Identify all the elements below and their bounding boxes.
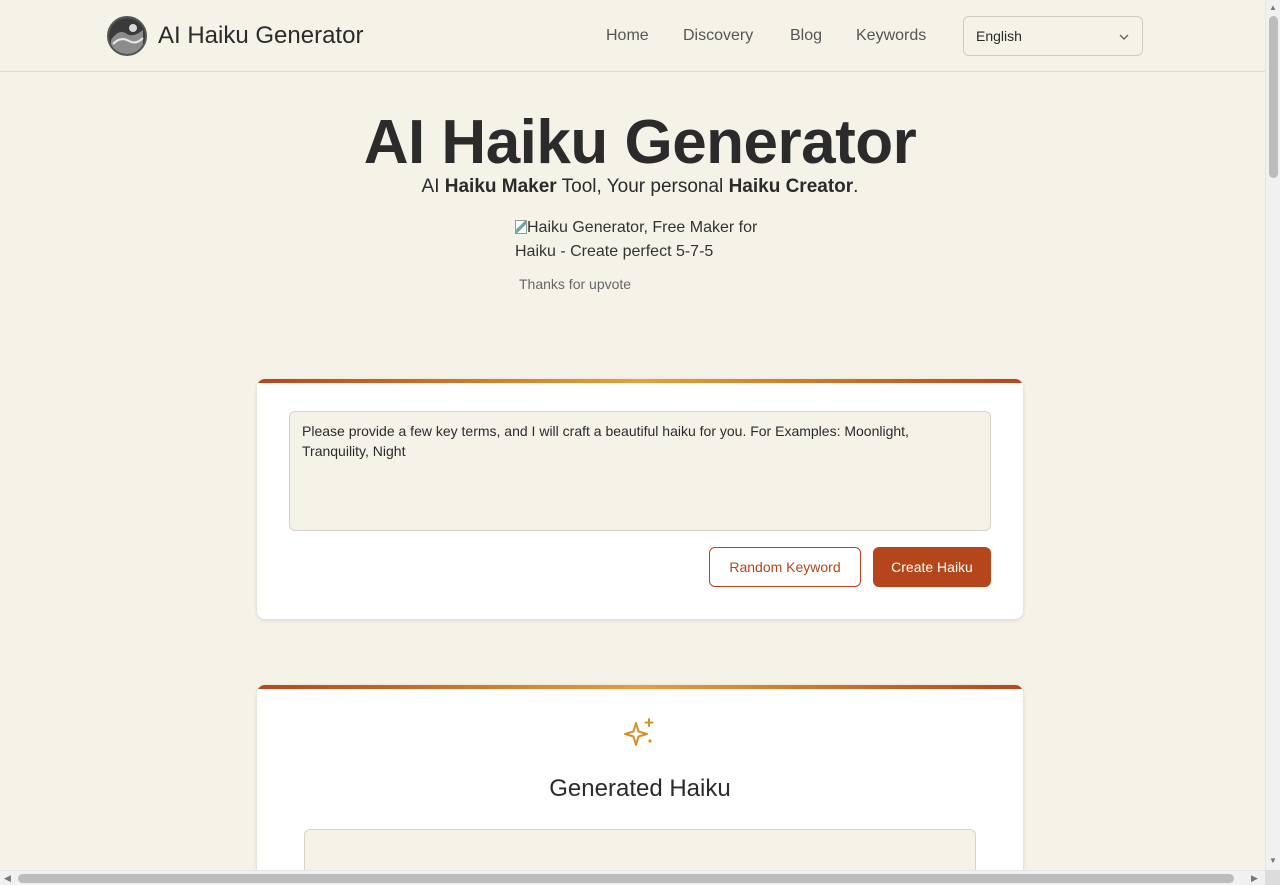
upvote-text: Thanks for upvote bbox=[519, 276, 632, 292]
nav-keywords[interactable]: Keywords bbox=[856, 25, 926, 47]
scroll-up-icon[interactable]: ▲ bbox=[1269, 3, 1277, 12]
language-value: English bbox=[976, 28, 1022, 44]
scroll-left-icon[interactable]: ◀ bbox=[4, 873, 11, 884]
generated-haiku-title: Generated Haiku bbox=[549, 775, 731, 802]
nav-discovery[interactable]: Discovery bbox=[683, 25, 753, 47]
badge-alt-text: Haiku Generator, Free Maker for Haiku - … bbox=[515, 219, 758, 260]
horizontal-scroll-thumb[interactable] bbox=[18, 874, 1234, 883]
nav-home[interactable]: Home bbox=[606, 25, 649, 47]
page-subtitle: AI Haiku Maker Tool, Your personal Haiku… bbox=[421, 176, 859, 197]
scroll-right-icon[interactable]: ▶ bbox=[1251, 873, 1258, 884]
logo-icon[interactable] bbox=[107, 16, 147, 56]
keyword-input[interactable]: Please provide a few key terms, and I wi… bbox=[289, 411, 991, 531]
random-keyword-button[interactable]: Random Keyword bbox=[709, 547, 861, 587]
result-card: Generated Haiku bbox=[257, 685, 1023, 885]
language-select[interactable]: English bbox=[963, 16, 1143, 56]
scrollbar-corner bbox=[1265, 870, 1280, 885]
vertical-scroll-thumb[interactable] bbox=[1269, 16, 1278, 178]
scroll-down-icon[interactable]: ▼ bbox=[1269, 856, 1277, 865]
card-accent-bar bbox=[257, 685, 1023, 689]
sparkle-icon bbox=[624, 717, 656, 754]
page-title: AI Haiku Generator bbox=[363, 108, 917, 177]
card-accent-bar bbox=[257, 379, 1023, 383]
create-haiku-button[interactable]: Create Haiku bbox=[873, 547, 991, 587]
vertical-scrollbar[interactable]: ▲ ▼ bbox=[1265, 0, 1280, 870]
brand-title[interactable]: AI Haiku Generator bbox=[158, 20, 363, 52]
prompt-card: Please provide a few key terms, and I wi… bbox=[257, 379, 1023, 619]
product-hunt-badge[interactable]: Haiku Generator, Free Maker for Haiku - … bbox=[515, 216, 765, 264]
broken-image-icon bbox=[515, 220, 527, 234]
chevron-down-icon bbox=[1118, 30, 1130, 46]
horizontal-scrollbar[interactable]: ◀ ▶ bbox=[0, 870, 1265, 885]
nav-blog[interactable]: Blog bbox=[790, 25, 822, 47]
site-header: AI Haiku Generator Home Discovery Blog K… bbox=[0, 0, 1265, 72]
